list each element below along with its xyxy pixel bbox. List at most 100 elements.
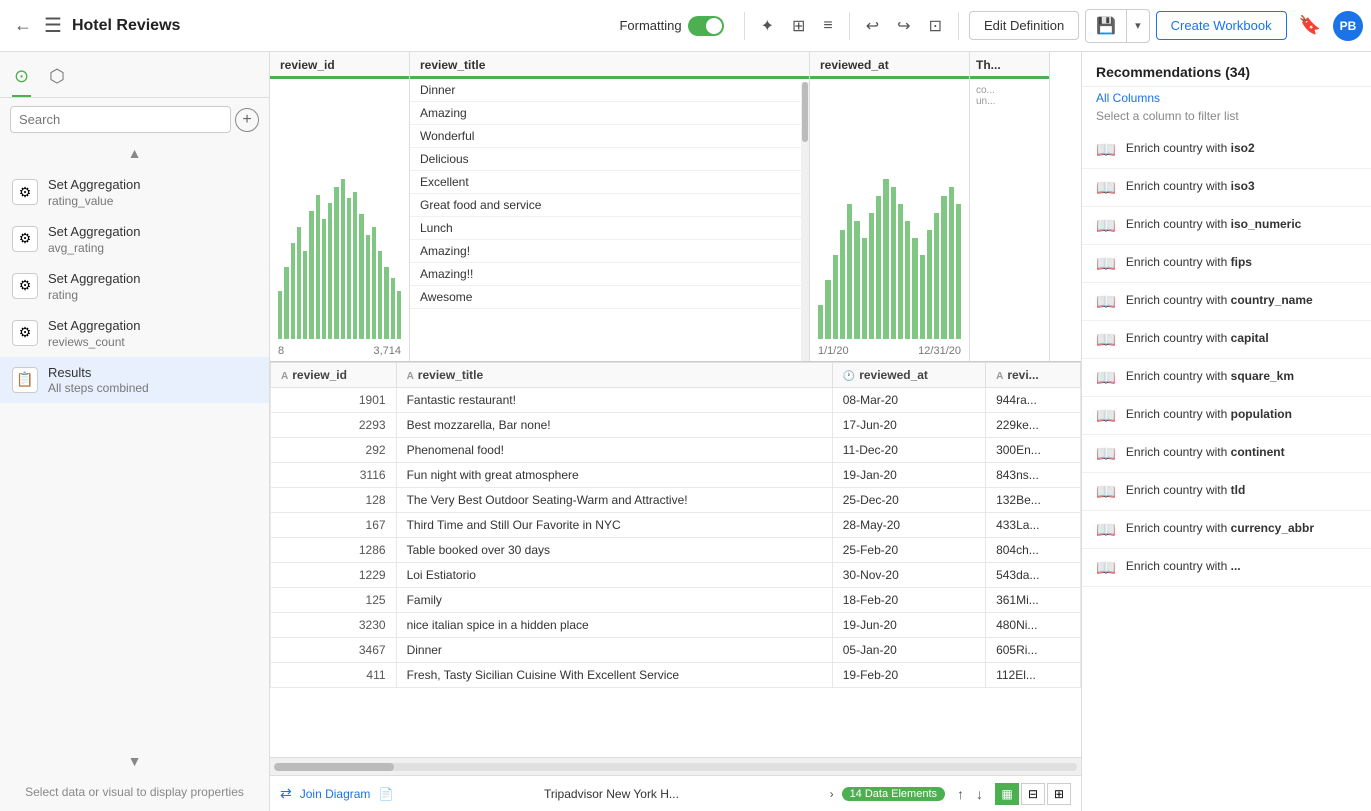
col-title-partial[interactable]: Th... [970,52,1049,79]
table-row[interactable]: 292 Phenomenal food! 11-Dec-20 300En... [271,438,1081,463]
col-title-review-title[interactable]: review_title [410,52,809,79]
view-btn-1[interactable]: ▦ [995,783,1019,805]
rec-item[interactable]: 📖 Enrich country with iso2 [1082,131,1371,169]
rec-item[interactable]: 📖 Enrich country with country_name [1082,283,1371,321]
back-button[interactable]: ← [8,11,38,40]
redo-button[interactable]: ↪ [891,12,916,40]
col-list-scrollbar-track[interactable] [801,82,809,361]
list-item[interactable]: Delicious [410,148,809,171]
data-grid[interactable]: Areview_id Areview_title 🕐reviewed_at Ar… [270,362,1081,757]
rec-item[interactable]: 📖 Enrich country with population [1082,397,1371,435]
toolbar-separator-2 [849,12,850,40]
data-table: Areview_id Areview_title 🕐reviewed_at Ar… [270,362,1081,688]
table-row[interactable]: 1901 Fantastic restaurant! 08-Mar-20 944… [271,388,1081,413]
scroll-down-button[interactable]: ▼ [128,753,142,769]
cell-review-id: 3467 [271,638,397,663]
step-item-0[interactable]: ⚙ Set Aggregation rating_value [0,169,269,216]
col-title-review-id[interactable]: review_id [270,52,409,79]
horizontal-scroll-track[interactable] [274,763,1077,771]
list-item[interactable]: Amazing [410,102,809,125]
table-row[interactable]: 2293 Best mozzarella, Bar none! 17-Jun-2… [271,413,1081,438]
rec-item[interactable]: 📖 Enrich country with fips [1082,245,1371,283]
rec-item[interactable]: 📖 Enrich country with capital [1082,321,1371,359]
table-row[interactable]: 125 Family 18-Feb-20 361Mi... [271,588,1081,613]
list-item[interactable]: Awesome [410,286,809,309]
th-partial[interactable]: Arevi... [986,363,1081,388]
add-step-button[interactable]: + [235,108,259,132]
avatar[interactable]: PB [1333,11,1363,41]
table-row[interactable]: 128 The Very Best Outdoor Seating-Warm a… [271,488,1081,513]
save-button[interactable]: 💾 [1086,10,1127,42]
cell-extra: 361Mi... [986,588,1081,613]
tab-name[interactable]: Tripadvisor New York H... [401,787,821,801]
create-workbook-button[interactable]: Create Workbook [1156,11,1287,40]
list-item[interactable]: Dinner [410,79,809,102]
col-title-reviewed-at[interactable]: reviewed_at [810,52,969,79]
list-item[interactable]: Great food and service [410,194,809,217]
sidebar-tab-steps[interactable]: ⊙ [12,60,31,97]
undo-button[interactable]: ↩ [860,12,885,40]
list-item[interactable]: Amazing! [410,240,809,263]
join-diagram-label[interactable]: Join Diagram [300,787,371,801]
table-row[interactable]: 3230 nice italian spice in a hidden plac… [271,613,1081,638]
list-item[interactable]: Lunch [410,217,809,240]
step-item-2[interactable]: ⚙ Set Aggregation rating [0,263,269,310]
scroll-up-button[interactable]: ▲ [128,145,142,161]
grid-view-button[interactable]: ⊞ [786,12,811,40]
bookmark-button[interactable]: 🔖 [1293,11,1327,40]
list-item[interactable]: Amazing!! [410,263,809,286]
data-elements-badge[interactable]: 14 Data Elements [842,787,945,801]
th-review-id[interactable]: Areview_id [271,363,397,388]
th-reviewed-at[interactable]: 🕐reviewed_at [832,363,985,388]
table-row[interactable]: 3467 Dinner 05-Jan-20 605Ri... [271,638,1081,663]
rec-item[interactable]: 📖 Enrich country with continent [1082,435,1371,473]
step-icon-2: ⚙ [12,273,38,299]
bottom-scrollbar[interactable] [270,757,1081,775]
col-list-review-title[interactable]: DinnerAmazingWonderfulDeliciousExcellent… [410,79,809,361]
cell-review-id: 125 [271,588,397,613]
sidebar-tab-visual[interactable]: ⬡ [47,60,67,97]
save-dropdown-button[interactable]: ▾ [1127,13,1149,38]
magic-tool-button[interactable]: ✦ [755,12,780,40]
table-header-row: Areview_id Areview_title 🕐reviewed_at Ar… [271,363,1081,388]
rec-item[interactable]: 📖 Enrich country with tld [1082,473,1371,511]
list-item[interactable]: Excellent [410,171,809,194]
tab-arrow[interactable]: › [830,787,834,801]
table-row[interactable]: 1229 Loi Estiatorio 30-Nov-20 543da... [271,563,1081,588]
table-row[interactable]: 167 Third Time and Still Our Favorite in… [271,513,1081,538]
cell-reviewed-at: 28-May-20 [832,513,985,538]
footer-download-button[interactable]: ↓ [972,784,987,804]
step-item-4[interactable]: 📋 Results All steps combined [0,357,269,404]
edit-definition-button[interactable]: Edit Definition [969,11,1079,40]
th-review-title[interactable]: Areview_title [396,363,832,388]
topbar: ← ☰ Hotel Reviews Formatting ✦ ⊞ ≡ ↩ ↪ ⊡… [0,0,1371,52]
search-input[interactable] [10,106,231,133]
footer-upload-button[interactable]: ↑ [953,784,968,804]
rec-item[interactable]: 📖 Enrich country with square_km [1082,359,1371,397]
share-button[interactable]: ⊡ [923,12,948,40]
rec-item[interactable]: 📖 Enrich country with iso3 [1082,169,1371,207]
list-view-button[interactable]: ≡ [817,13,838,39]
all-columns-link[interactable]: All Columns [1082,87,1371,109]
sidebar-tabs: ⊙ ⬡ [0,52,269,98]
step-item-1[interactable]: ⚙ Set Aggregation avg_rating [0,216,269,263]
book-icon: 📖 [1096,140,1116,160]
view-btn-3[interactable]: ⊞ [1047,783,1071,805]
cell-review-title: nice italian spice in a hidden place [396,613,832,638]
formatting-toggle[interactable] [688,16,724,36]
horizontal-scroll-thumb [274,763,394,771]
rec-item[interactable]: 📖 Enrich country with iso_numeric [1082,207,1371,245]
join-diagram-icon: ⇄ [280,785,292,802]
table-row[interactable]: 1286 Table booked over 30 days 25-Feb-20… [271,538,1081,563]
rec-text: Enrich country with iso_numeric [1126,215,1301,233]
table-row[interactable]: 411 Fresh, Tasty Sicilian Cuisine With E… [271,663,1081,688]
view-btn-2[interactable]: ⊟ [1021,783,1045,805]
cell-extra: 804ch... [986,538,1081,563]
rec-item[interactable]: 📖 Enrich country with ... [1082,549,1371,587]
rec-text: Enrich country with country_name [1126,291,1313,309]
table-row[interactable]: 3116 Fun night with great atmosphere 19-… [271,463,1081,488]
list-item[interactable]: Wonderful [410,125,809,148]
cell-extra: 944ra... [986,388,1081,413]
rec-item[interactable]: 📖 Enrich country with currency_abbr [1082,511,1371,549]
step-item-3[interactable]: ⚙ Set Aggregation reviews_count [0,310,269,357]
